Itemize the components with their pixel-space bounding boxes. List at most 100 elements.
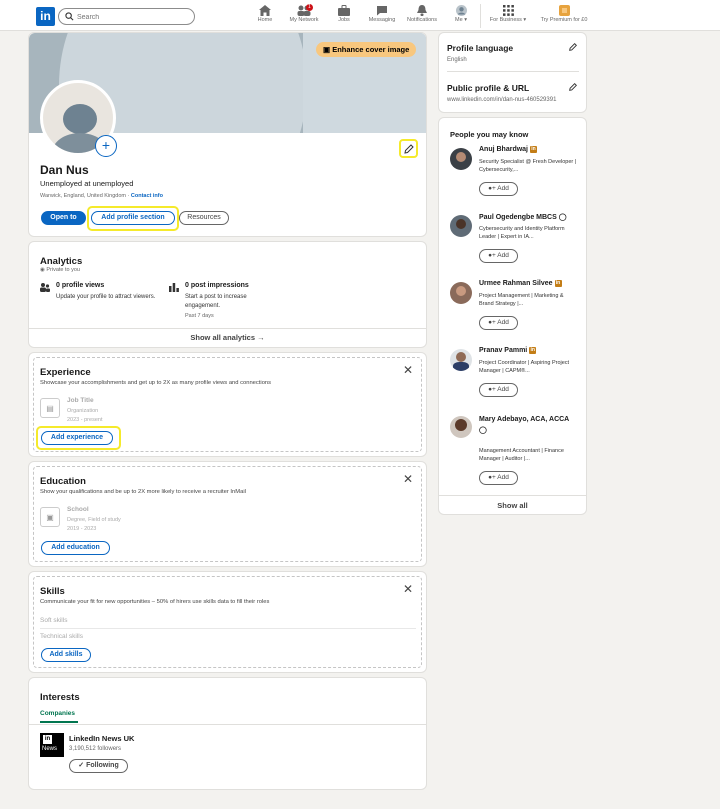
notification-badge: 1 xyxy=(306,4,313,11)
person-name[interactable]: Paul Ogedengbe MBCS ◯ xyxy=(479,213,591,221)
person-headline: Project Coordinator | Aspiring Project M… xyxy=(479,360,570,374)
nav-label: Home xyxy=(257,17,273,23)
close-icon[interactable]: ✕ xyxy=(403,582,413,596)
post-impressions-period: Past 7 days xyxy=(185,313,214,319)
add-connection-button[interactable]: ●+ Add xyxy=(479,383,518,397)
nav-label: Notifications xyxy=(407,17,437,23)
add-education-button[interactable]: Add education xyxy=(41,541,110,555)
verified-icon: ◯ xyxy=(558,214,567,221)
following-button[interactable]: ✓ Following xyxy=(69,759,128,773)
school-placeholder: School xyxy=(67,506,89,513)
person-avatar[interactable] xyxy=(450,148,472,170)
linkedin-premium-icon: in xyxy=(529,146,537,153)
add-person-icon: ●+ xyxy=(488,185,496,192)
news-label: News xyxy=(42,746,58,752)
profile-language-title: Profile language xyxy=(447,43,514,53)
nav-messaging[interactable]: Messaging xyxy=(366,5,398,27)
search-input[interactable] xyxy=(77,11,187,23)
person-avatar[interactable] xyxy=(450,349,472,371)
person-avatar[interactable] xyxy=(450,416,472,438)
add-connection-button[interactable]: ●+ Add xyxy=(479,249,518,263)
analytics-title: Analytics xyxy=(40,256,83,267)
add-connection-button[interactable]: ●+ Add xyxy=(479,316,518,330)
profile-language-value: English xyxy=(447,57,467,63)
add-connection-button[interactable]: ●+ Add xyxy=(479,471,518,485)
premium-icon xyxy=(558,5,570,16)
school-icon: ▣ xyxy=(40,507,60,527)
add-skills-button[interactable]: Add skills xyxy=(41,648,91,662)
skills-desc: Communicate your fit for new opportuniti… xyxy=(40,599,270,605)
add-person-icon: ●+ xyxy=(488,386,496,393)
show-all-analytics-link[interactable]: Show all analytics → xyxy=(29,333,426,342)
person-name[interactable]: Mary Adebayo, ACA, ACCA ◯ xyxy=(479,414,591,436)
person-name[interactable]: Anuj Bhardwaj in xyxy=(479,146,591,153)
profile-views-count: 0 profile views xyxy=(56,282,105,289)
pencil-icon[interactable] xyxy=(568,82,578,92)
dates-placeholder: 2023 - present xyxy=(67,417,103,423)
close-icon[interactable]: ✕ xyxy=(403,472,413,486)
nav-me[interactable]: Me ▾ xyxy=(451,5,471,27)
grid-icon xyxy=(502,5,514,16)
add-profile-section-button[interactable]: Add profile section xyxy=(91,211,175,225)
enhance-cover-button[interactable]: ▣ Enhance cover image xyxy=(316,42,417,57)
person-headline: Security Specialist @ Fresh Developer | … xyxy=(479,159,577,173)
profile-headline: Unemployed at unemployed xyxy=(40,179,134,188)
show-all-people-link[interactable]: Show all xyxy=(439,501,586,510)
search-bar[interactable] xyxy=(58,8,195,25)
search-icon xyxy=(65,12,74,21)
person-name-text: Pranav Pammi xyxy=(479,347,528,354)
avatar-icon xyxy=(455,5,467,16)
person-name[interactable]: Urmee Rahman Silvee in xyxy=(479,280,591,287)
company-followers: 3,190,512 followers xyxy=(69,746,122,752)
nav-label: For Business ▾ xyxy=(489,17,527,23)
nav-label: Messaging xyxy=(368,17,396,23)
public-profile-url[interactable]: www.linkedin.com/in/dan-nus-460529391 xyxy=(447,97,556,103)
add-connection-button[interactable]: ●+ Add xyxy=(479,182,518,196)
linkedin-logo[interactable]: in xyxy=(36,7,55,26)
experience-title: Experience xyxy=(40,367,91,378)
nav-jobs[interactable]: Jobs xyxy=(333,5,355,27)
analytics-card: Analytics ◉ Private to you 0 profile vie… xyxy=(28,241,427,348)
person-name[interactable]: Pranav Pammi in xyxy=(479,347,591,354)
contact-info-link[interactable]: Contact info xyxy=(131,193,163,199)
add-photo-button[interactable]: + xyxy=(95,135,117,157)
person-name-text: Mary Adebayo, ACA, ACCA xyxy=(479,416,570,423)
divider xyxy=(447,71,579,72)
bell-icon xyxy=(417,5,427,16)
resources-button[interactable]: Resources xyxy=(179,211,229,225)
nav-for-business[interactable]: For Business ▾ xyxy=(486,5,530,27)
nav-notifications[interactable]: Notifications xyxy=(404,5,440,27)
add-person-icon: ●+ xyxy=(488,319,496,326)
linkedin-premium-icon: in xyxy=(529,347,537,354)
top-nav: in Home 1 My Network Jobs Messaging Noti… xyxy=(0,0,720,31)
person-headline: Management Accountant | Finance Manager … xyxy=(479,448,564,462)
experience-card: Experience ✕ Showcase your accomplishmen… xyxy=(28,352,427,457)
skills-title: Skills xyxy=(40,586,65,597)
degree-placeholder: Degree, Field of study xyxy=(67,517,121,523)
technical-skills-placeholder: Technical skills xyxy=(40,633,83,640)
home-icon xyxy=(259,5,271,16)
nav-my-network[interactable]: 1 My Network xyxy=(286,4,322,27)
nav-try-premium[interactable]: Try Premium for £0 xyxy=(536,5,592,27)
open-to-button[interactable]: Open to xyxy=(41,211,86,225)
pencil-icon xyxy=(404,144,414,154)
add-experience-button[interactable]: Add experience xyxy=(41,431,113,445)
add-label: Add xyxy=(497,252,509,259)
pencil-icon[interactable] xyxy=(568,42,578,52)
person-headline: Cybersecurity and Identity Platform Lead… xyxy=(479,226,565,240)
company-name[interactable]: LinkedIn News UK xyxy=(69,734,134,743)
profile-settings-card: Profile language English Public profile … xyxy=(438,32,587,113)
tab-companies[interactable]: Companies xyxy=(40,710,75,717)
profile-location: Warwick, England, United Kingdom · Conta… xyxy=(40,193,163,199)
edit-intro-button[interactable] xyxy=(399,139,418,158)
nav-home[interactable]: Home xyxy=(254,5,276,27)
briefcase-icon: ▤ xyxy=(40,398,60,418)
organization-placeholder: Organization xyxy=(67,408,99,414)
nav-label: My Network xyxy=(289,17,319,23)
linkedin-news-logo[interactable]: in News xyxy=(40,733,64,757)
person-avatar[interactable] xyxy=(450,282,472,304)
divider xyxy=(40,628,416,629)
person-avatar[interactable] xyxy=(450,215,472,237)
nav-label: Jobs xyxy=(338,17,350,23)
close-icon[interactable]: ✕ xyxy=(403,363,413,377)
